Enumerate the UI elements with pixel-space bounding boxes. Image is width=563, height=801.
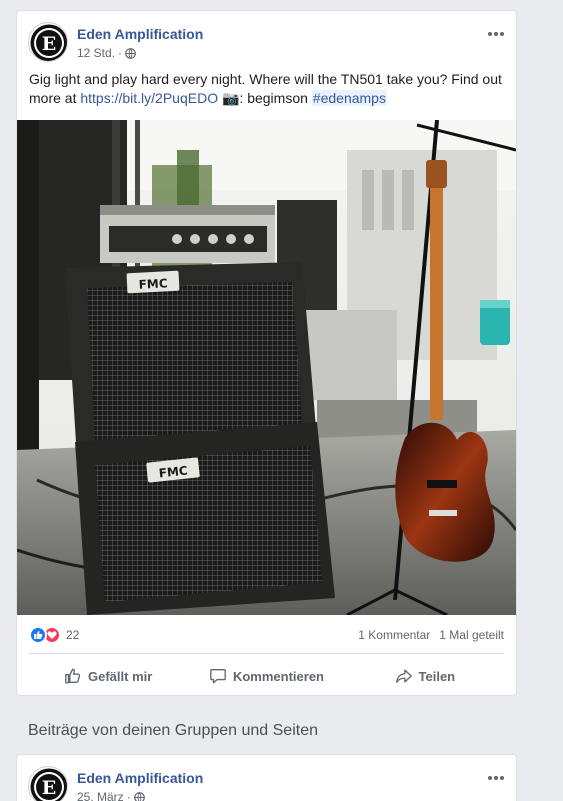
post-photo[interactable]: FMC FMC [17, 120, 516, 615]
comment-button[interactable]: Kommentieren [187, 659, 345, 693]
more-icon [488, 32, 504, 36]
post-timestamp[interactable]: 12 Std. [77, 46, 115, 60]
meta-separator: · [118, 46, 123, 60]
section-title: Beiträge von deinen Gruppen und Seiten [28, 722, 318, 739]
post-text: Gig light and play hard every night. Whe… [29, 70, 509, 108]
share-label: Teilen [418, 668, 456, 684]
reaction-count[interactable]: 22 [66, 628, 79, 642]
second-post-header: E Eden Amplification 25. März · [28, 766, 506, 801]
eden-logo-icon: E [30, 768, 67, 801]
svg-text:E: E [42, 33, 56, 55]
second-author-name[interactable]: Eden Amplification [77, 770, 203, 786]
eden-logo-icon: E [30, 24, 67, 61]
second-post-meta: 25. März · [77, 790, 145, 801]
cabinet-logo-top: FMC [138, 276, 168, 292]
second-post-timestamp[interactable]: 25. März [77, 790, 124, 801]
post-link[interactable]: https://bit.ly/2PuqEDO [80, 90, 218, 106]
share-button[interactable]: Teilen [346, 659, 504, 693]
page-avatar[interactable]: E [28, 22, 68, 62]
author-name[interactable]: Eden Amplification [77, 26, 203, 42]
post-card: E Eden Amplification 12 Std. · Gig light… [16, 10, 517, 696]
comment-label: Kommentieren [232, 668, 324, 684]
svg-text:E: E [42, 777, 56, 799]
like-reaction-icon [29, 626, 47, 644]
second-page-avatar[interactable]: E [28, 766, 68, 801]
comment-count[interactable]: 1 Kommentar [358, 628, 430, 642]
second-more-options-button[interactable] [486, 768, 506, 788]
reaction-icons[interactable] [29, 626, 61, 644]
reactions-bar: 22 1 Kommentar 1 Mal geteilt [29, 625, 504, 645]
meta-separator: · [126, 790, 131, 801]
more-icon [488, 776, 504, 780]
comment-icon [210, 669, 226, 684]
actions-divider [29, 653, 504, 654]
hashtag-link[interactable]: #edenamps [311, 90, 387, 106]
share-count[interactable]: 1 Mal geteilt [439, 628, 504, 642]
second-post-card: E Eden Amplification 25. März · [16, 754, 517, 801]
like-label: Gefällt mir [88, 668, 153, 684]
post-actions: Gefällt mir Kommentieren Teilen [29, 659, 504, 693]
globe-icon [125, 47, 136, 59]
more-options-button[interactable] [486, 24, 506, 44]
post-stats: 1 Kommentar 1 Mal geteilt [358, 628, 504, 642]
post-header: E Eden Amplification 12 Std. · [28, 22, 506, 64]
thumbs-up-icon [65, 668, 81, 684]
post-meta: 12 Std. · [77, 46, 136, 60]
share-icon [395, 669, 412, 683]
globe-icon [133, 791, 145, 801]
like-button[interactable]: Gefällt mir [29, 659, 187, 693]
photo-credit: : begimson [239, 90, 312, 106]
amp-stage-photo: FMC FMC [17, 120, 516, 615]
camera-emoji: 📷 [221, 90, 240, 106]
